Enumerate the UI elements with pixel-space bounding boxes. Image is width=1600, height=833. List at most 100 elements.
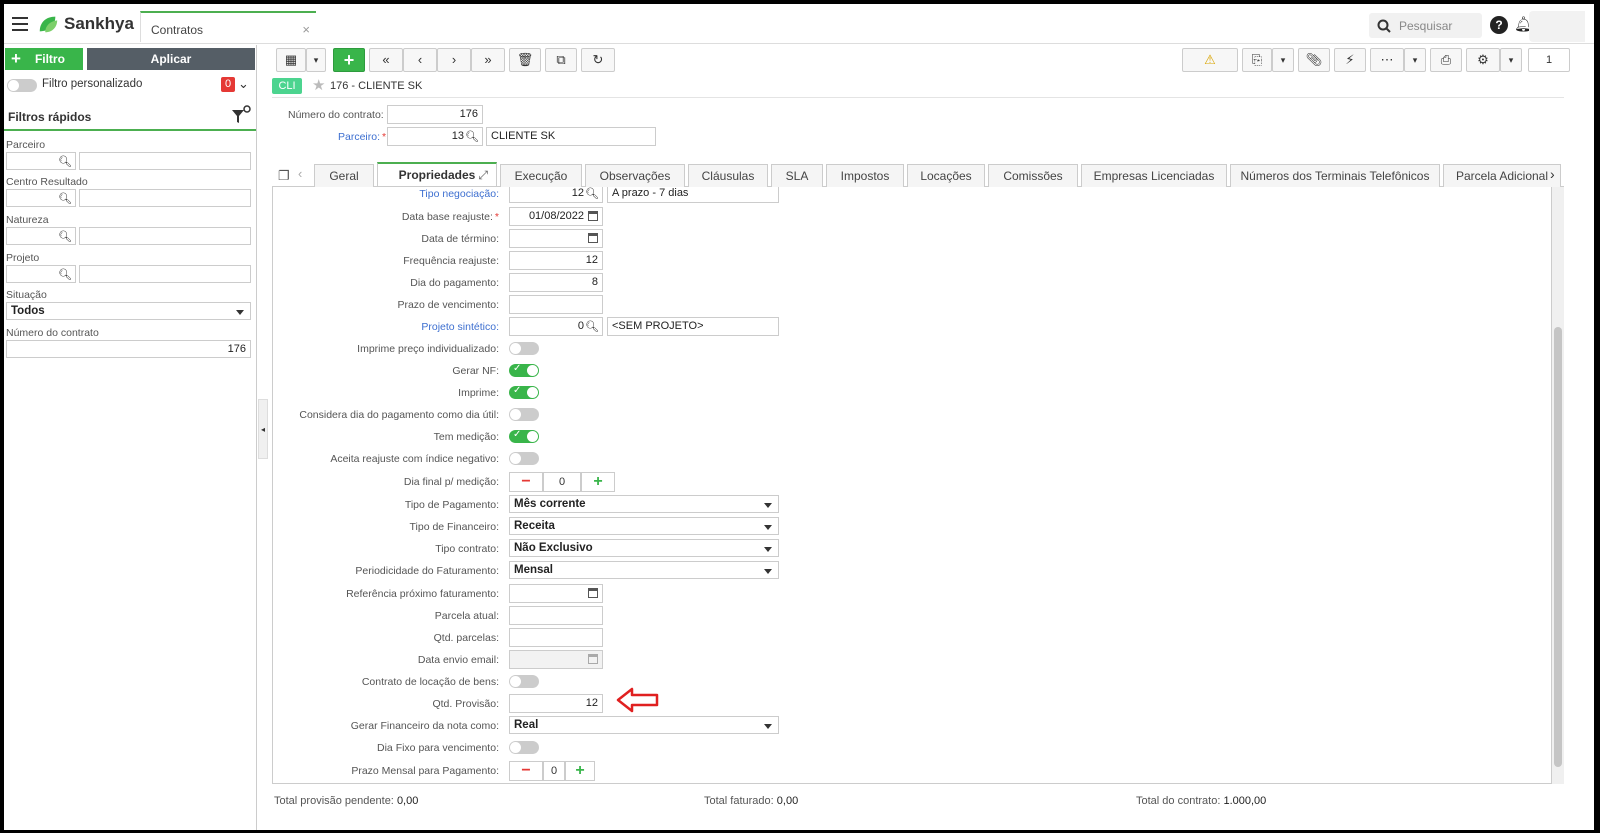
close-tab-icon[interactable]: ×: [302, 22, 310, 37]
custom-filter-toggle[interactable]: [7, 79, 37, 92]
menu-icon[interactable]: [12, 17, 28, 31]
tem-medicao-toggle[interactable]: [509, 429, 539, 443]
tab-numeros-dos-terminais-telefonicos[interactable]: Números dos Terminais Telefônicos: [1230, 164, 1440, 187]
tab-propriedades[interactable]: Propriedades ⤢: [377, 162, 497, 186]
situacao-select[interactable]: Todos: [6, 302, 251, 320]
export-icon[interactable]: ⎘: [1242, 48, 1272, 72]
natureza-name-input[interactable]: [79, 227, 251, 245]
projeto-code-input[interactable]: 🔍︎: [6, 265, 76, 283]
gear-icon[interactable]: ⚙︎: [1466, 48, 1500, 72]
dia-pagamento-input[interactable]: 8: [509, 273, 603, 292]
page-number[interactable]: 1: [1528, 48, 1570, 72]
data-base-reajuste-input[interactable]: 01/08/2022: [509, 207, 603, 226]
add-record-button[interactable]: +: [333, 48, 365, 72]
gerar-financeiro-select[interactable]: Real: [509, 716, 779, 734]
help-icon[interactable]: ?: [1490, 16, 1508, 34]
calendar-icon[interactable]: [588, 233, 598, 243]
print-icon[interactable]: ⎙: [1430, 48, 1462, 72]
copy-record-icon[interactable]: ⧉: [545, 48, 577, 72]
scrollbar-thumb[interactable]: [1554, 327, 1562, 767]
favorite-star-icon[interactable]: ★: [312, 76, 325, 94]
expand-icon[interactable]: ⤢: [478, 164, 488, 186]
projeto-name-input[interactable]: [79, 265, 251, 283]
apply-button[interactable]: Aplicar: [87, 48, 255, 70]
tabs-scroll-left-icon[interactable]: ‹: [298, 166, 302, 181]
dia-final-medicao-value[interactable]: 0: [543, 472, 581, 492]
imprime-preco-toggle[interactable]: [509, 342, 539, 355]
view-dropdown-icon[interactable]: ▾: [306, 48, 326, 72]
delete-icon[interactable]: 🗑︎: [509, 48, 541, 72]
parceiro-name-input[interactable]: CLIENTE SK: [486, 127, 656, 146]
dia-fixo-toggle[interactable]: [509, 741, 539, 754]
centro-resultado-code-input[interactable]: 🔍︎: [6, 189, 76, 207]
tab-geral[interactable]: Geral: [314, 164, 374, 187]
frequencia-reajuste-input[interactable]: 12: [509, 251, 603, 270]
decrement-button[interactable]: −: [509, 761, 543, 781]
parcela-atual-input[interactable]: [509, 606, 603, 625]
imprime-toggle[interactable]: [509, 385, 539, 399]
tipo-contrato-select[interactable]: Não Exclusivo: [509, 539, 779, 557]
search-icon[interactable]: 🔍︎: [58, 230, 72, 243]
aceita-reajuste-toggle[interactable]: [509, 452, 539, 465]
refresh-icon[interactable]: ↻: [581, 48, 615, 72]
numero-contrato-input[interactable]: 176: [387, 105, 483, 124]
brand-logo[interactable]: Sankhya: [37, 13, 134, 35]
chevron-down-icon[interactable]: ⌄: [238, 76, 249, 92]
filter-button[interactable]: + Filtro: [5, 48, 83, 70]
attachment-icon[interactable]: 📎︎: [1298, 48, 1330, 72]
decrement-button[interactable]: −: [509, 472, 543, 492]
prazo-vencimento-input[interactable]: [509, 295, 603, 314]
periodicidade-select[interactable]: Mensal: [509, 561, 779, 579]
tab-locacoes[interactable]: Locações: [907, 164, 985, 187]
collapse-panel-handle[interactable]: ◂: [258, 399, 268, 459]
numero-contrato-filter-input[interactable]: 176: [6, 340, 251, 358]
tipo-negociacao-desc[interactable]: A prazo - 7 dias: [607, 187, 779, 203]
form-scrollbar[interactable]: [1552, 187, 1564, 784]
avatar[interactable]: [1529, 11, 1585, 42]
tab-impostos[interactable]: Impostos: [826, 164, 904, 187]
prazo-mensal-value[interactable]: 0: [543, 761, 565, 781]
tab-comissoes[interactable]: Comissões: [988, 164, 1078, 187]
previous-record-icon[interactable]: ‹: [403, 48, 437, 72]
parceiro-code-input[interactable]: 🔍︎: [6, 152, 76, 170]
gerar-nf-toggle[interactable]: [509, 363, 539, 377]
first-record-icon[interactable]: «: [369, 48, 403, 72]
more-dropdown-icon[interactable]: ▾: [1404, 48, 1426, 72]
increment-button[interactable]: +: [565, 761, 595, 781]
search-icon[interactable]: 🔍︎: [585, 320, 599, 333]
contrato-locacao-toggle[interactable]: [509, 675, 539, 688]
tab-empresas-licenciadas[interactable]: Empresas Licenciadas: [1081, 164, 1227, 187]
data-termino-input[interactable]: [509, 229, 603, 248]
search-icon[interactable]: 🔍︎: [58, 155, 72, 168]
parceiro-name-input[interactable]: [79, 152, 251, 170]
warning-icon[interactable]: ⚠: [1182, 48, 1238, 72]
projeto-sintetico-desc[interactable]: <SEM PROJETO>: [607, 317, 779, 336]
filter-settings-icon[interactable]: [230, 104, 252, 126]
more-options-icon[interactable]: ⋯: [1370, 48, 1404, 72]
considera-dia-toggle[interactable]: [509, 408, 539, 421]
doc-tab-contratos[interactable]: Contratos ×: [140, 11, 316, 42]
actions-icon[interactable]: ⚡︎: [1334, 48, 1366, 72]
search-icon[interactable]: 🔍︎: [465, 130, 479, 143]
tab-execucao[interactable]: Execução: [500, 164, 582, 187]
referencia-faturamento-input[interactable]: [509, 584, 603, 603]
tipo-pagamento-select[interactable]: Mês corrente: [509, 495, 779, 513]
qtd-provisao-input[interactable]: 12: [509, 694, 603, 713]
search-box[interactable]: Pesquisar: [1369, 13, 1482, 38]
calendar-icon[interactable]: [588, 588, 598, 598]
last-record-icon[interactable]: »: [471, 48, 505, 72]
search-icon[interactable]: 🔍︎: [58, 268, 72, 281]
tab-observacoes[interactable]: Observações: [585, 164, 685, 187]
tabs-overview-icon[interactable]: ❐: [278, 168, 290, 184]
export-dropdown-icon[interactable]: ▾: [1272, 48, 1294, 72]
tab-clausulas[interactable]: Cláusulas: [688, 164, 768, 187]
increment-button[interactable]: +: [581, 472, 615, 492]
search-icon[interactable]: 🔍︎: [58, 192, 72, 205]
parceiro-code-input[interactable]: 13 🔍︎: [387, 127, 483, 146]
natureza-code-input[interactable]: 🔍︎: [6, 227, 76, 245]
grid-view-icon[interactable]: ▦: [276, 48, 306, 72]
qtd-parcelas-input[interactable]: [509, 628, 603, 647]
calendar-icon[interactable]: [588, 211, 598, 221]
tipo-negociacao-code[interactable]: 12 🔍︎: [509, 187, 603, 203]
settings-dropdown-icon[interactable]: ▾: [1500, 48, 1522, 72]
